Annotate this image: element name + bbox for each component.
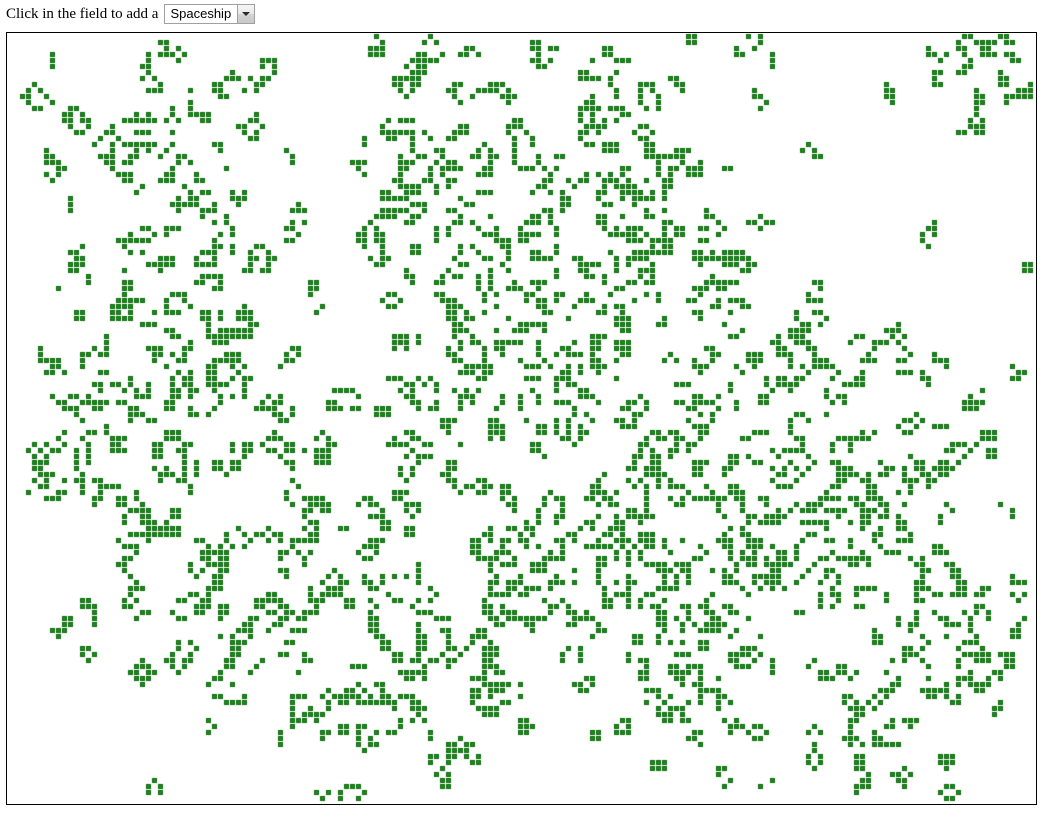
chevron-down-icon[interactable]	[237, 5, 255, 23]
life-field-canvas[interactable]	[7, 33, 1036, 804]
control-bar: Click in the field to add a Spaceship	[6, 2, 256, 26]
pattern-select-value[interactable]: Spaceship	[165, 5, 238, 23]
prompt-label: Click in the field to add a	[6, 6, 159, 22]
life-field[interactable]	[6, 32, 1037, 805]
pattern-select[interactable]: Spaceship	[164, 4, 256, 24]
chevron-down-glyph	[242, 12, 251, 16]
